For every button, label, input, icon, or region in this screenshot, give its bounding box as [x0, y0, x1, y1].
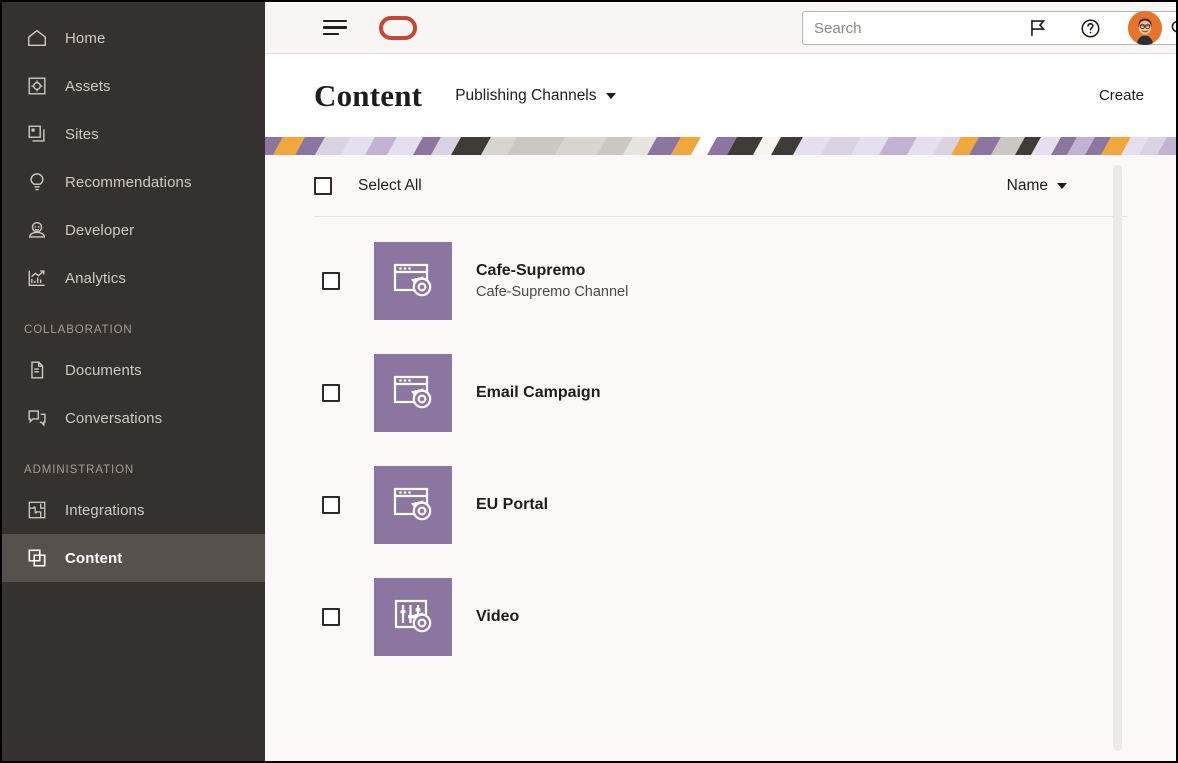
sidebar-item-label: Developer [65, 222, 134, 239]
flag-icon[interactable] [1024, 14, 1052, 42]
sidebar-item-label: Analytics [65, 270, 126, 287]
publishing-channel-icon [374, 242, 452, 320]
sites-icon [24, 121, 50, 147]
sidebar-item-label: Assets [65, 78, 111, 95]
content-icon [24, 545, 50, 571]
row-text: Video [476, 606, 519, 629]
row-checkbox[interactable] [322, 272, 340, 290]
row-title: EU Portal [476, 494, 548, 516]
row-checkbox[interactable] [322, 496, 340, 514]
list-item[interactable]: Email Campaign [314, 337, 1176, 449]
application-window: Home Assets Sites [0, 0, 1178, 763]
developer-icon [24, 217, 50, 243]
create-button[interactable]: Create [1091, 81, 1152, 110]
page-title-bar: Content Publishing Channels Create [265, 54, 1176, 137]
sidebar-section-administration: ADMINISTRATION [2, 464, 265, 476]
page-title: Content [314, 80, 422, 111]
decorative-banner [265, 137, 1176, 155]
list-item[interactable]: EU Portal [314, 449, 1176, 561]
sidebar-item-sites[interactable]: Sites [2, 110, 265, 158]
row-text: Email Campaign [476, 382, 600, 405]
sidebar-item-recommendations[interactable]: Recommendations [2, 158, 265, 206]
row-text: Cafe-Supremo Cafe-Supremo Channel [476, 260, 628, 303]
hamburger-menu-icon[interactable] [323, 19, 347, 37]
sidebar-item-label: Recommendations [65, 174, 192, 191]
content-list-area: Select All Name [265, 155, 1176, 761]
select-all-checkbox[interactable] [314, 177, 332, 195]
sidebar-section-collaboration: COLLABORATION [2, 324, 265, 336]
sidebar-item-developer[interactable]: Developer [2, 206, 265, 254]
sidebar-item-conversations[interactable]: Conversations [2, 394, 265, 442]
help-circle-icon[interactable] [1076, 14, 1104, 42]
conversations-icon [24, 405, 50, 431]
analytics-icon [24, 265, 50, 291]
search-icon[interactable] [1167, 16, 1178, 40]
channel-list: Cafe-Supremo Cafe-Supremo Channel [314, 217, 1176, 673]
list-scrollbar[interactable] [1113, 165, 1122, 751]
sidebar-item-documents[interactable]: Documents [2, 346, 265, 394]
sidebar-navigation: Home Assets Sites [2, 2, 265, 761]
sidebar-item-label: Integrations [65, 502, 145, 519]
row-checkbox[interactable] [322, 384, 340, 402]
user-avatar[interactable] [1128, 11, 1162, 45]
documents-icon [24, 357, 50, 383]
select-all-row: Select All Name [314, 155, 1127, 217]
row-text: EU Portal [476, 494, 548, 517]
sidebar-item-label: Documents [65, 362, 142, 379]
row-title: Video [476, 606, 519, 628]
row-description: Cafe-Supremo Channel [476, 282, 628, 302]
sort-dropdown[interactable]: Name [1007, 177, 1067, 195]
select-all-label: Select All [358, 177, 422, 195]
list-item[interactable]: Cafe-Supremo Cafe-Supremo Channel [314, 225, 1176, 337]
oracle-logo[interactable] [379, 16, 417, 40]
main-area: Content Publishing Channels Create [265, 2, 1176, 761]
row-title: Cafe-Supremo [476, 260, 628, 282]
sidebar-item-content[interactable]: Content [2, 534, 265, 582]
integrations-icon [24, 497, 50, 523]
row-checkbox[interactable] [322, 608, 340, 626]
sidebar-item-integrations[interactable]: Integrations [2, 486, 265, 534]
sidebar-item-label: Sites [65, 126, 99, 143]
row-title: Email Campaign [476, 382, 600, 404]
chevron-down-icon [606, 93, 616, 99]
publishing-channels-dropdown[interactable]: Publishing Channels [455, 87, 615, 105]
list-item[interactable]: Video [314, 561, 1176, 673]
sidebar-item-label: Conversations [65, 410, 162, 427]
publishing-channels-label: Publishing Channels [455, 87, 596, 105]
assets-icon [24, 73, 50, 99]
sidebar-item-label: Home [65, 30, 105, 47]
sidebar-item-analytics[interactable]: Analytics [2, 254, 265, 302]
home-icon [24, 25, 50, 51]
sidebar-item-home[interactable]: Home [2, 14, 265, 62]
sort-label: Name [1007, 177, 1048, 195]
publishing-channel-icon [374, 466, 452, 544]
top-header-bar [265, 2, 1176, 54]
sidebar-item-label: Content [65, 550, 122, 567]
publishing-channel-icon [374, 354, 452, 432]
header-actions [1024, 2, 1162, 54]
video-channel-icon [374, 578, 452, 656]
recommendations-icon [24, 169, 50, 195]
chevron-down-icon [1057, 183, 1067, 189]
sidebar-item-assets[interactable]: Assets [2, 62, 265, 110]
